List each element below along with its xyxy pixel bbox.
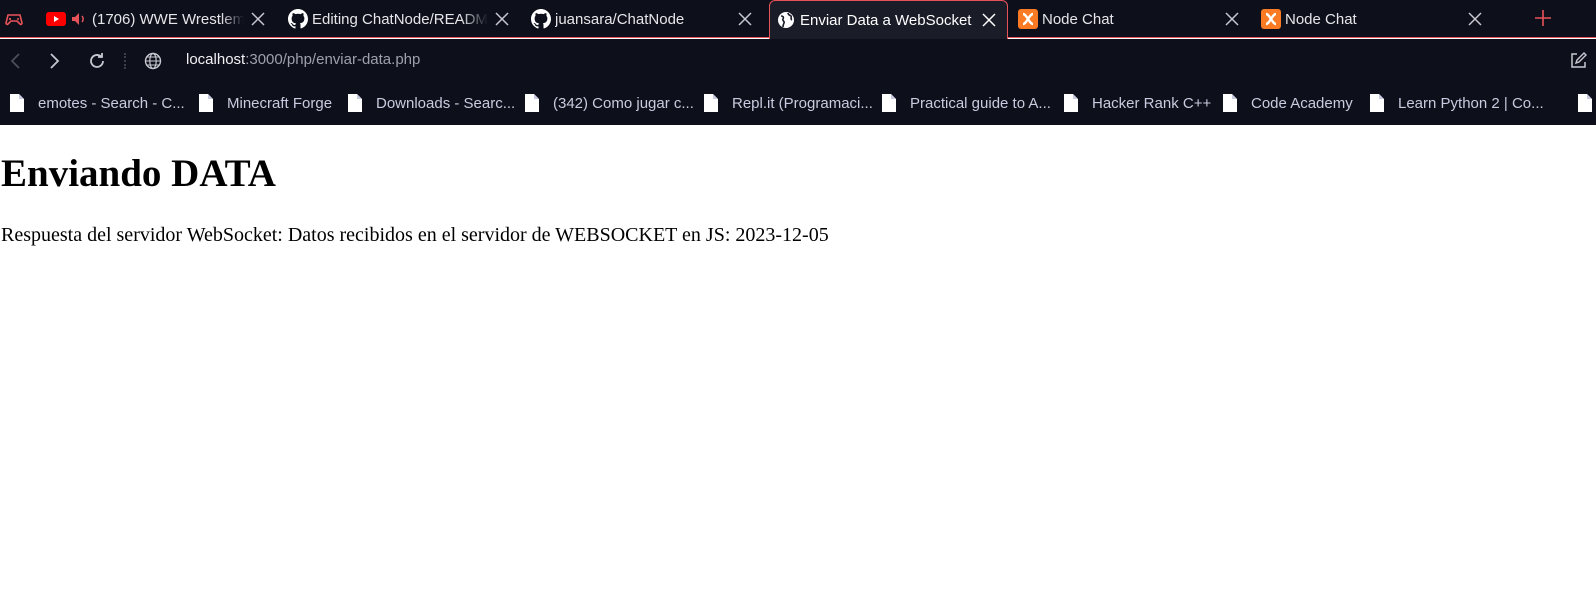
- tab-strip: (1706) WWE Wrestlema Editing ChatNode/RE…: [0, 0, 1596, 39]
- github-icon: [288, 9, 308, 29]
- file-icon: [1223, 94, 1237, 112]
- file-icon: [10, 94, 24, 112]
- bookmarks-bar: emotes - Search - C... Minecraft Forge D…: [0, 84, 1596, 125]
- bookmark-item[interactable]: emotes - Search - C...: [10, 94, 185, 112]
- close-tab-icon[interactable]: [250, 11, 266, 27]
- address-bar-url[interactable]: localhost:3000/php/enviar-data.php: [186, 51, 420, 68]
- globe-icon: [776, 10, 796, 30]
- close-tab-icon[interactable]: [737, 11, 753, 27]
- xampp-icon: [1261, 9, 1281, 29]
- new-tab-plus-icon[interactable]: [1534, 9, 1552, 27]
- bookmark-label: Learn Python 2 | Co...: [1398, 94, 1544, 112]
- navigation-toolbar: localhost:3000/php/enviar-data.php: [0, 39, 1596, 84]
- tab-juansara-chatnode[interactable]: juansara/ChatNode: [531, 0, 763, 38]
- bookmark-item[interactable]: Code Academy: [1223, 94, 1353, 112]
- tab-node-chat-2[interactable]: Node Chat: [1261, 0, 1493, 38]
- server-response-text: Respuesta del servidor WebSocket: Datos …: [1, 224, 829, 246]
- tab-title: Node Chat: [1042, 10, 1114, 28]
- close-tab-icon[interactable]: [1224, 11, 1240, 27]
- bookmark-overflow-item[interactable]: [1578, 94, 1596, 112]
- page-heading: Enviando DATA: [1, 152, 276, 195]
- file-icon: [882, 94, 896, 112]
- tab-editing-readme[interactable]: Editing ChatNode/README: [288, 0, 520, 38]
- snapshot-edit-icon[interactable]: [1568, 51, 1588, 71]
- bookmark-item[interactable]: Minecraft Forge: [199, 94, 332, 112]
- bookmark-item[interactable]: Repl.it (Programaci...: [704, 94, 873, 112]
- file-icon: [348, 94, 362, 112]
- reload-icon[interactable]: [87, 51, 107, 71]
- tab-enviar-data[interactable]: Enviar Data a WebSocket: [769, 0, 1008, 39]
- tab-title: (1706) WWE Wrestlema: [92, 10, 244, 28]
- bookmark-label: (342) Como jugar c...: [553, 94, 694, 112]
- file-icon: [1064, 94, 1078, 112]
- toolbar-divider: [124, 53, 126, 69]
- bookmark-item[interactable]: Learn Python 2 | Co...: [1370, 94, 1544, 112]
- tab-youtube[interactable]: (1706) WWE Wrestlema: [44, 0, 276, 38]
- bookmark-item[interactable]: Downloads - Searc...: [348, 94, 515, 112]
- tab-title: Node Chat: [1285, 10, 1357, 28]
- bookmark-label: Hacker Rank C++: [1092, 94, 1212, 112]
- page-content: Enviando DATA Respuesta del servidor Web…: [0, 125, 1596, 607]
- tab-title: Editing ChatNode/README: [312, 10, 488, 28]
- url-path: :3000/php/enviar-data.php: [245, 51, 421, 68]
- close-tab-icon[interactable]: [494, 11, 510, 27]
- file-icon: [1578, 94, 1592, 112]
- youtube-icon: [46, 9, 66, 29]
- tab-title: juansara/ChatNode: [555, 10, 685, 28]
- bookmark-label: Repl.it (Programaci...: [732, 94, 873, 112]
- file-icon: [525, 94, 539, 112]
- speaker-icon[interactable]: [70, 9, 88, 29]
- gx-controller-icon[interactable]: [4, 9, 24, 29]
- bookmark-label: Downloads - Searc...: [376, 94, 516, 112]
- bookmark-label: Practical guide to A...: [910, 94, 1051, 112]
- bookmark-item[interactable]: Hacker Rank C++: [1064, 94, 1211, 112]
- forward-arrow-icon[interactable]: [44, 51, 64, 71]
- xampp-icon: [1018, 9, 1038, 29]
- file-icon: [704, 94, 718, 112]
- tab-node-chat-1[interactable]: Node Chat: [1018, 0, 1250, 38]
- tab-title: Enviar Data a WebSocket: [800, 11, 972, 29]
- file-icon: [199, 94, 213, 112]
- file-icon: [1370, 94, 1384, 112]
- close-tab-icon[interactable]: [1467, 11, 1483, 27]
- bookmark-label: Code Academy: [1251, 94, 1353, 112]
- back-arrow-icon[interactable]: [6, 51, 26, 71]
- close-tab-icon[interactable]: [981, 12, 997, 28]
- bookmark-item[interactable]: (342) Como jugar c...: [525, 94, 694, 112]
- github-icon: [531, 9, 551, 29]
- bookmark-label: Minecraft Forge: [227, 94, 333, 112]
- url-host: localhost: [186, 51, 246, 68]
- bookmark-label: emotes - Search - C...: [38, 94, 185, 112]
- site-info-globe-icon[interactable]: [143, 51, 163, 71]
- bookmark-item[interactable]: Practical guide to A...: [882, 94, 1051, 112]
